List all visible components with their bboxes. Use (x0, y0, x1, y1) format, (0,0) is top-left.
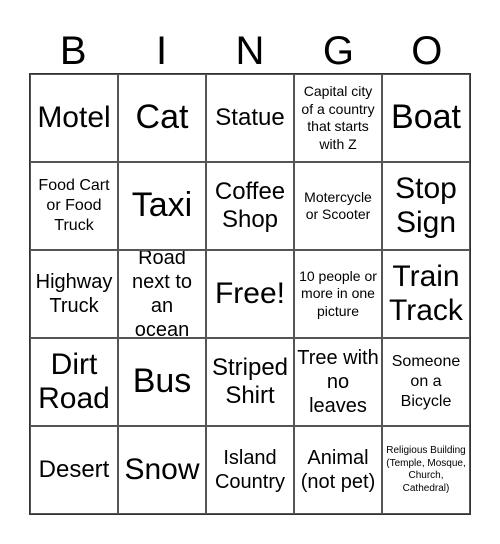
bingo-cell[interactable]: Statue (206, 74, 294, 162)
bingo-cell-text: Tree with no leaves (297, 347, 379, 417)
bingo-cell[interactable]: Taxi (118, 162, 206, 250)
bingo-cell[interactable]: Bus (118, 338, 206, 426)
bingo-cell[interactable]: Road next to an ocean (118, 250, 206, 338)
bingo-cell-text: Road next to an ocean (131, 250, 193, 338)
bingo-cell-text: Stop Sign (395, 171, 457, 240)
header-letter-g: G (322, 29, 354, 73)
bingo-cell-text: Snow (124, 452, 200, 486)
bingo-cell[interactable]: Capital city of a country that starts wi… (294, 74, 382, 162)
bingo-cell-text: Someone on a Bicycle (391, 353, 461, 410)
bingo-cell-text: Motel (37, 100, 111, 134)
header-letter-b: B (59, 29, 87, 73)
bingo-cell[interactable]: Cat (118, 74, 206, 162)
bingo-cell-text: Motercycle or Scooter (304, 188, 372, 223)
bingo-cell-text: 10 people or more in one picture (299, 267, 377, 319)
bingo-cell-text: Island Country (214, 447, 286, 493)
bingo-cell-text: Train Track (389, 259, 463, 328)
bingo-cell[interactable]: Motel (30, 74, 118, 162)
bingo-cell-text: Capital city of a country that starts wi… (301, 83, 375, 152)
bingo-cell[interactable]: Motercycle or Scooter (294, 162, 382, 250)
bingo-cell-text: Taxi (131, 186, 193, 225)
bingo-cell-text: Cat (135, 98, 189, 137)
bingo-cell[interactable]: Dirt Road (30, 338, 118, 426)
bingo-cell[interactable]: Food Cart or Food Truck (30, 162, 118, 250)
header-letter-n: N (235, 29, 265, 73)
bingo-cell-text: Striped Shirt (211, 354, 289, 409)
bingo-cell[interactable]: Tree with no leaves (294, 338, 382, 426)
bingo-cell[interactable]: Religious Building (Temple, Mosque, Chur… (382, 426, 470, 514)
bingo-grid: Motel Cat Statue Capital city of a country … (29, 73, 471, 515)
bingo-cell[interactable]: Free! (206, 250, 294, 338)
bingo-cell[interactable]: Highway Truck (30, 250, 118, 338)
bingo-cell-text: Dirt Road (38, 347, 110, 416)
bingo-cell-text: Religious Building (Temple, Mosque, Chur… (386, 445, 466, 494)
header-letter-i: I (156, 29, 168, 73)
bingo-cell-text: Desert (38, 456, 110, 484)
bingo-cell-text: Animal (not pet) (300, 447, 376, 493)
bingo-cell-text: Statue (215, 104, 285, 132)
bingo-cell[interactable]: Train Track (382, 250, 470, 338)
bingo-cell-text: Boat (391, 98, 461, 137)
bingo-cell[interactable]: Someone on a Bicycle (382, 338, 470, 426)
bingo-cell[interactable]: Island Country (206, 426, 294, 514)
bingo-cell[interactable]: Snow (118, 426, 206, 514)
bingo-cell[interactable]: Coffee Shop (206, 162, 294, 250)
bingo-cell[interactable]: Boat (382, 74, 470, 162)
bingo-cell-text: Food Cart or Food Truck (38, 177, 110, 234)
bingo-cell[interactable]: Stop Sign (382, 162, 470, 250)
bingo-cell[interactable]: Animal (not pet) (294, 426, 382, 514)
bingo-cell-text: Bus (132, 362, 192, 401)
bingo-cell[interactable]: Desert (30, 426, 118, 514)
bingo-cell-text: Coffee Shop (214, 178, 286, 233)
bingo-cell-text: Free! (214, 276, 286, 310)
bingo-cell[interactable]: Striped Shirt (206, 338, 294, 426)
bingo-cell[interactable]: 10 people or more in one picture (294, 250, 382, 338)
bingo-cell-text: Highway Truck (35, 271, 113, 317)
header-letter-o: O (411, 29, 443, 73)
bingo-header: B I N G O (29, 26, 471, 76)
